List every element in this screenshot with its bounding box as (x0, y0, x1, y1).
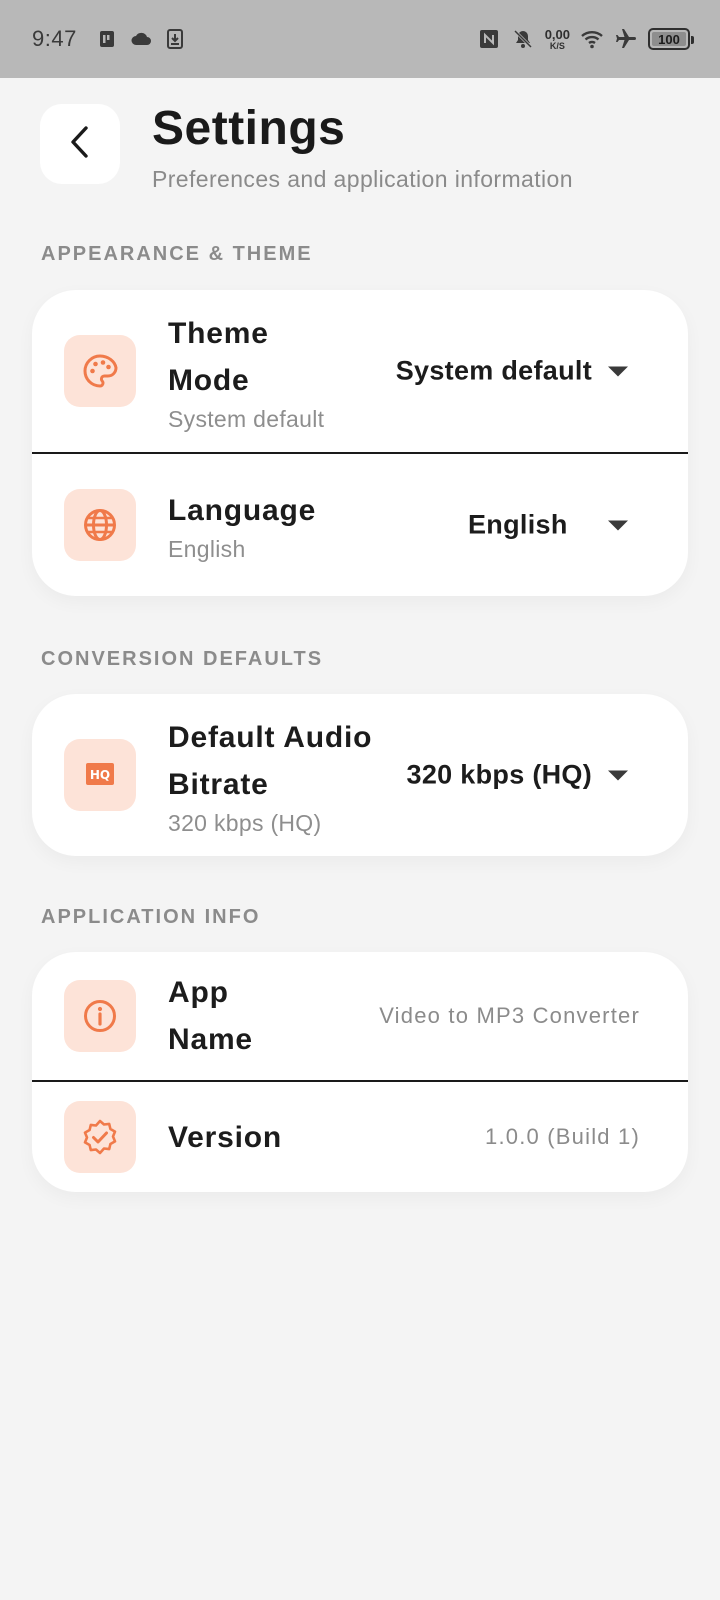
chevron-left-icon (67, 125, 93, 164)
bitrate-subtitle: 320 kbps (HQ) (168, 809, 322, 836)
section-label-info: APPLICATION INFO (41, 906, 261, 928)
page-header: Settings Preferences and application inf… (40, 104, 573, 193)
page-subtitle: Preferences and application information (152, 166, 573, 192)
wifi-icon (580, 27, 604, 51)
conversion-card: HQ Default Audio Bitrate 320 kbps (HQ) 3… (32, 694, 688, 856)
language-row[interactable]: Language English English (32, 452, 688, 596)
bitrate-dropdown[interactable]: 320 kbps (HQ) (407, 760, 628, 791)
hq-icon: HQ (64, 739, 136, 811)
battery-indicator: 100 (648, 28, 694, 50)
network-speed-unit: K/S (549, 40, 565, 51)
bitrate-row[interactable]: HQ Default Audio Bitrate 320 kbps (HQ) 3… (32, 694, 688, 856)
status-bar: 9:47 0,00 K/S 100 (0, 0, 720, 78)
appearance-card: Theme Mode System default System default… (32, 290, 688, 596)
language-text: Language English (168, 487, 316, 563)
hq-icon-text: HQ (90, 768, 110, 782)
theme-mode-title-line1: Theme (168, 316, 269, 350)
theme-mode-dropdown[interactable]: System default (396, 356, 628, 387)
bitrate-title-line2: Bitrate (168, 767, 269, 801)
theme-mode-title: Theme Mode (168, 310, 324, 404)
bitrate-text: Default Audio Bitrate 320 kbps (HQ) (168, 714, 372, 837)
theme-mode-dropdown-value: System default (395, 355, 592, 386)
version-value: 1.0.0 (Build 1) (485, 1124, 640, 1149)
bell-off-icon (511, 27, 535, 51)
language-title: Language (168, 494, 317, 527)
dropdown-arrow-icon (608, 520, 628, 530)
page-title: Settings (152, 102, 346, 155)
app-name-value: Video to MP3 Converter (379, 1003, 640, 1028)
download-icon (163, 27, 187, 51)
status-bar-right: 0,00 K/S 100 (477, 27, 694, 51)
bitrate-title: Default Audio Bitrate (168, 714, 372, 808)
version-text: Version (168, 1114, 282, 1161)
bitrate-dropdown-value: 320 kbps (HQ) (406, 759, 592, 790)
section-label-appearance: APPEARANCE & THEME (41, 243, 313, 265)
cloud-icon (129, 27, 153, 51)
network-speed: 0,00 K/S (545, 28, 570, 51)
battery-level: 100 (658, 31, 680, 47)
language-dropdown-value: English (468, 509, 568, 540)
status-bar-left: 9:47 (32, 26, 187, 52)
dropdown-arrow-icon (608, 770, 628, 780)
app-name-title-line2: Name (168, 1023, 253, 1056)
app-name-row: App Name Video to MP3 Converter (32, 952, 688, 1080)
palette-icon (64, 335, 136, 407)
app-name-title-line1: App (168, 976, 229, 1009)
sim-card-icon (95, 27, 119, 51)
theme-mode-row[interactable]: Theme Mode System default System default (32, 290, 688, 452)
version-row: Version 1.0.0 (Build 1) (32, 1080, 688, 1192)
app-name-title: App Name (168, 969, 253, 1063)
theme-mode-text: Theme Mode System default (168, 310, 324, 433)
bitrate-title-line1: Default Audio (168, 720, 373, 754)
dropdown-arrow-icon (608, 366, 628, 376)
nfc-icon (477, 27, 501, 51)
globe-icon (64, 489, 136, 561)
back-button[interactable] (40, 104, 120, 184)
theme-mode-subtitle: System default (168, 405, 325, 432)
network-speed-value: 0,00 (544, 26, 570, 42)
language-subtitle: English (168, 536, 246, 562)
airplane-icon (614, 27, 638, 51)
app-name-text: App Name (168, 969, 253, 1063)
header-text: Settings Preferences and application inf… (152, 104, 573, 193)
status-time: 9:47 (32, 26, 77, 51)
version-title: Version (168, 1120, 282, 1154)
language-dropdown[interactable]: English (468, 510, 628, 541)
verified-badge-icon (64, 1101, 136, 1173)
theme-mode-title-line2: Mode (168, 363, 250, 397)
info-card: App Name Video to MP3 Converter Version … (32, 952, 688, 1192)
section-label-conversion: CONVERSION DEFAULTS (41, 648, 324, 670)
info-icon (64, 980, 136, 1052)
